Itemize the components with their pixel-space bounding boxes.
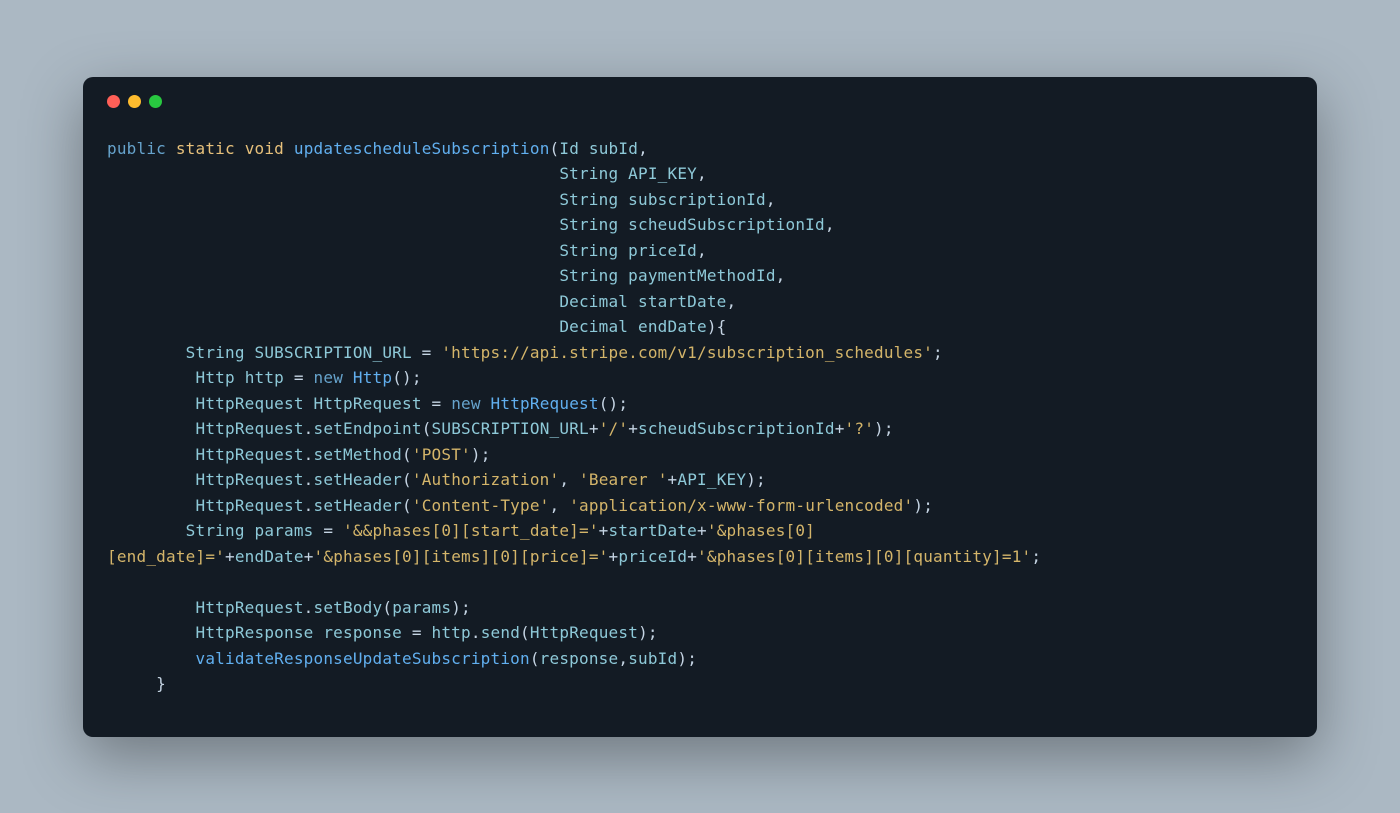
maximize-icon[interactable] (149, 95, 162, 108)
param-name: API_KEY (628, 164, 697, 183)
variable: HttpRequest (196, 445, 304, 464)
type: String (186, 343, 245, 362)
type: HttpRequest (196, 394, 304, 413)
variable: http (245, 368, 284, 387)
variable: scheudSubscriptionId (638, 419, 835, 438)
constructor: HttpRequest (491, 394, 599, 413)
variable: response (323, 623, 402, 642)
string-literal: '?' (845, 419, 875, 438)
string-literal: '&phases[0] (707, 521, 815, 540)
variable: HttpRequest (196, 419, 304, 438)
keyword-public: public (107, 139, 166, 158)
method-call: setEndpoint (314, 419, 422, 438)
method-call: send (481, 623, 520, 642)
window-titlebar (107, 95, 1293, 108)
close-icon[interactable] (107, 95, 120, 108)
param-type: String (559, 164, 618, 183)
string-literal: 'Bearer ' (579, 470, 668, 489)
constructor: Http (353, 368, 392, 387)
param-type: String (559, 190, 618, 209)
string-literal: '&phases[0][items][0][quantity]=1' (697, 547, 1031, 566)
param-name: scheudSubscriptionId (628, 215, 825, 234)
keyword-new: new (314, 368, 344, 387)
function-call: validateResponseUpdateSubscription (196, 649, 530, 668)
param-name: subId (589, 139, 638, 158)
param-type: String (559, 266, 618, 285)
variable: params (255, 521, 314, 540)
function-name: updatescheduleSubscription (294, 139, 550, 158)
string-literal: 'POST' (412, 445, 471, 464)
type: String (186, 521, 245, 540)
param-type: Decimal (559, 292, 628, 311)
param-type: Decimal (559, 317, 628, 336)
type: HttpResponse (196, 623, 314, 642)
keyword-new: new (451, 394, 481, 413)
variable: SUBSCRIPTION_URL (255, 343, 412, 362)
type: Http (196, 368, 235, 387)
variable: startDate (609, 521, 698, 540)
variable: endDate (235, 547, 304, 566)
variable: HttpRequest (196, 470, 304, 489)
string-literal: 'Authorization' (412, 470, 560, 489)
minimize-icon[interactable] (128, 95, 141, 108)
string-literal: 'application/x-www-form-urlencoded' (569, 496, 913, 515)
variable: http (432, 623, 471, 642)
string-literal: 'Content-Type' (412, 496, 550, 515)
method-call: setMethod (314, 445, 403, 464)
keyword-static: static (176, 139, 235, 158)
method-call: setHeader (314, 470, 403, 489)
param-type: String (559, 241, 618, 260)
variable: HttpRequest (196, 496, 304, 515)
variable: HttpRequest (530, 623, 638, 642)
variable: response (540, 649, 619, 668)
variable: HttpRequest (314, 394, 422, 413)
code-window: public static void updatescheduleSubscri… (83, 77, 1317, 737)
keyword-void: void (245, 139, 284, 158)
param-name: subscriptionId (628, 190, 766, 209)
param-type: Id (559, 139, 579, 158)
variable: API_KEY (677, 470, 746, 489)
string-literal: 'https://api.stripe.com/v1/subscription_… (441, 343, 933, 362)
string-literal: '&phases[0][items][0][price]=' (314, 547, 609, 566)
variable: SUBSCRIPTION_URL (432, 419, 589, 438)
param-name: startDate (638, 292, 727, 311)
variable: priceId (618, 547, 687, 566)
variable: HttpRequest (196, 598, 304, 617)
method-call: setHeader (314, 496, 403, 515)
string-literal: '&&phases[0][start_date]=' (343, 521, 599, 540)
variable: subId (628, 649, 677, 668)
code-block: public static void updatescheduleSubscri… (107, 136, 1293, 697)
param-type: String (559, 215, 618, 234)
param-name: paymentMethodId (628, 266, 776, 285)
string-literal: '/' (599, 419, 629, 438)
param-name: endDate (638, 317, 707, 336)
param-name: priceId (628, 241, 697, 260)
method-call: setBody (314, 598, 383, 617)
string-literal: [end_date]=' (107, 547, 225, 566)
variable: params (392, 598, 451, 617)
